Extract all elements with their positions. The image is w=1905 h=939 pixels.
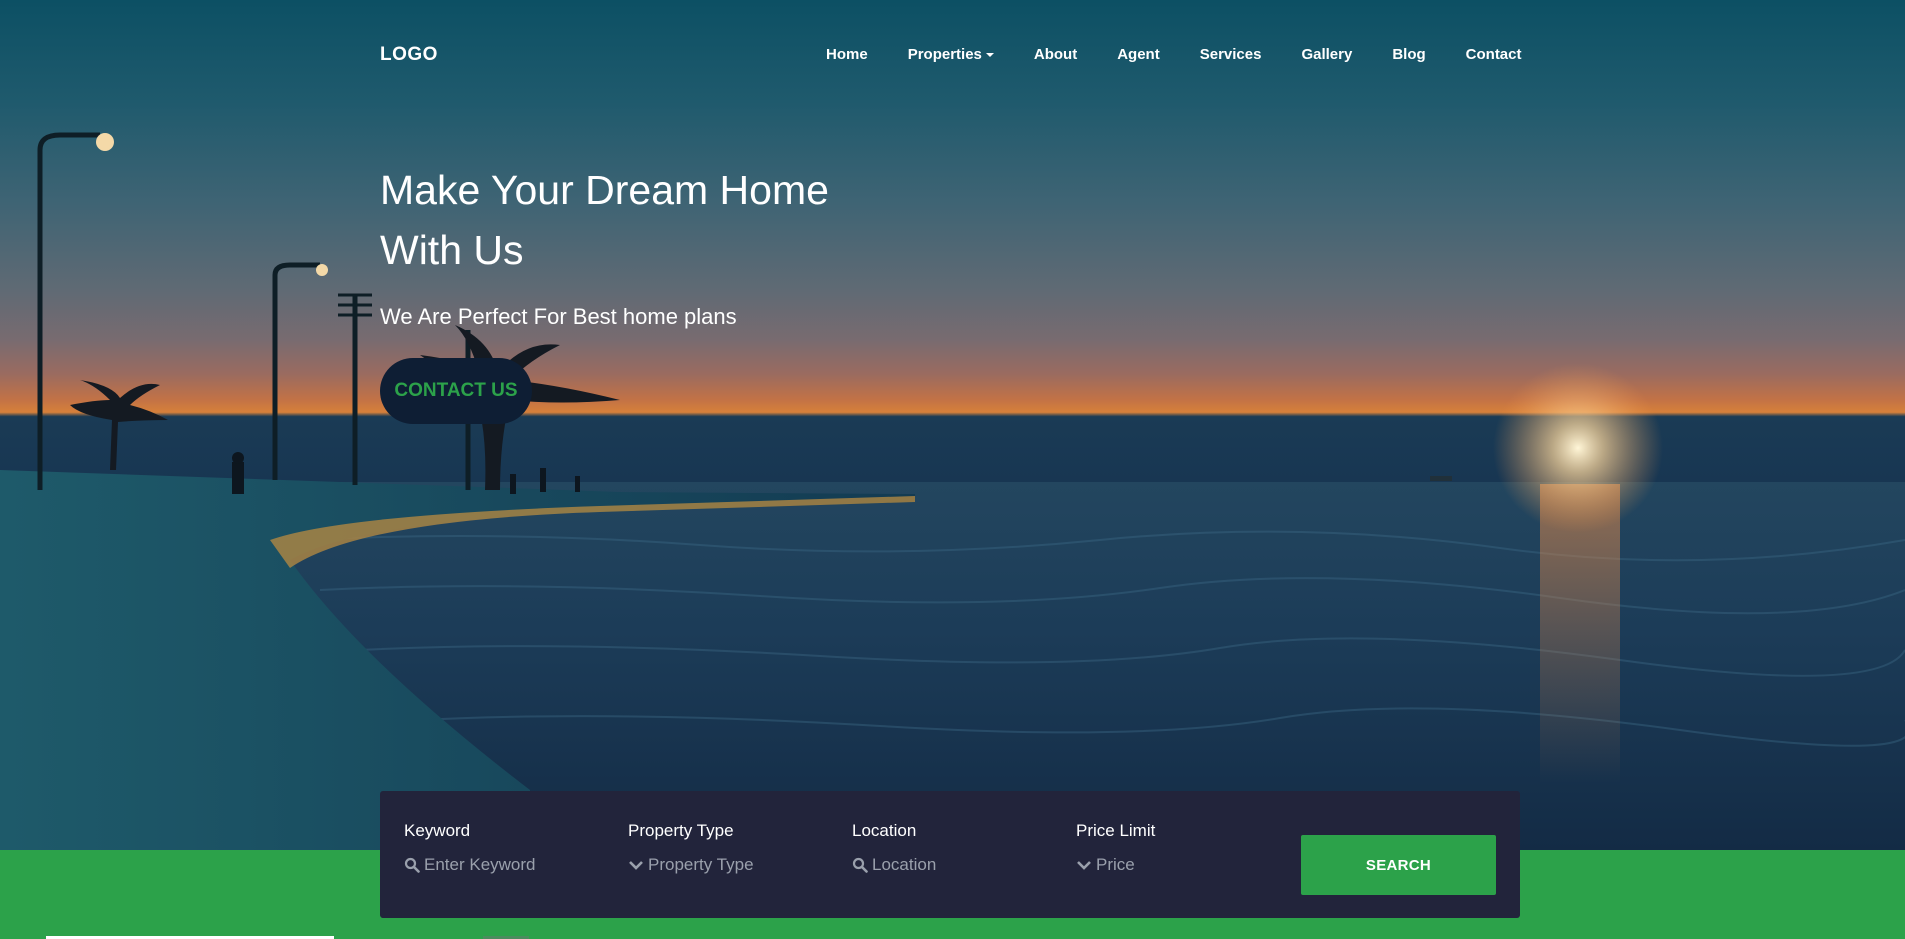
location-label: Location xyxy=(852,821,917,840)
contact-us-button[interactable]: CONTACT US xyxy=(380,358,532,424)
location-field: Location Location xyxy=(852,821,1052,875)
chevron-down-icon xyxy=(1077,861,1091,870)
hero-background xyxy=(0,0,1905,850)
nav-about[interactable]: About xyxy=(1034,46,1077,63)
nav-about-label: About xyxy=(1033,46,1078,63)
hero-subtitle: We Are Perfect For Best home plans xyxy=(380,304,737,329)
property-type-label: Property Type xyxy=(628,821,734,840)
nav-properties-label: Properties xyxy=(907,46,982,63)
nav-gallery-label: Gallery xyxy=(1301,46,1353,63)
hero-title: Make Your Dream Home With Us xyxy=(380,167,829,273)
keyword-label: Keyword xyxy=(404,821,471,840)
property-type-placeholder: Property Type xyxy=(648,855,754,874)
keyword-input[interactable]: Enter Keyword xyxy=(404,855,604,875)
property-type-field: Property Type Property Type xyxy=(628,821,828,875)
nav-blog-label: Blog xyxy=(1392,46,1426,63)
property-type-select[interactable]: Property Type xyxy=(628,855,828,875)
property-search-panel: Keyword Enter Keyword Property Type Prop… xyxy=(380,791,1520,918)
sunset-seaside-illustration xyxy=(0,132,1905,850)
caret-down-icon xyxy=(985,52,994,57)
keyword-placeholder: Enter Keyword xyxy=(424,855,536,874)
price-placeholder: Price xyxy=(1096,855,1135,874)
location-placeholder: Location xyxy=(872,855,937,874)
nav-blog[interactable]: Blog xyxy=(1392,46,1425,63)
logo[interactable]: LOGO xyxy=(380,44,438,66)
nav-properties[interactable]: Properties xyxy=(908,46,994,63)
search-button[interactable]: SEARCH xyxy=(1301,835,1496,895)
nav-agent-label: Agent xyxy=(1117,46,1160,63)
search-icon xyxy=(852,857,868,873)
price-select[interactable]: Price xyxy=(1076,855,1276,875)
nav-home[interactable]: Home xyxy=(826,46,868,63)
nav-agent[interactable]: Agent xyxy=(1117,46,1160,63)
location-input[interactable]: Location xyxy=(852,855,1052,875)
price-limit-label: Price Limit xyxy=(1076,821,1156,840)
nav-home-label: Home xyxy=(826,46,868,63)
main-nav: Home Properties About Agent Services Gal… xyxy=(826,46,1522,63)
nav-services-label: Services xyxy=(1199,46,1262,63)
nav-services[interactable]: Services xyxy=(1200,46,1262,63)
page: LOGO Home Properties About Agent Service… xyxy=(0,0,1905,939)
search-icon xyxy=(404,857,420,873)
nav-contact[interactable]: Contact xyxy=(1466,46,1522,63)
chevron-down-icon xyxy=(629,861,643,870)
nav-contact-label: Contact xyxy=(1465,46,1522,63)
nav-gallery[interactable]: Gallery xyxy=(1301,46,1352,63)
keyword-field: Keyword Enter Keyword xyxy=(404,821,604,875)
price-limit-field: Price Limit Price xyxy=(1076,821,1276,875)
